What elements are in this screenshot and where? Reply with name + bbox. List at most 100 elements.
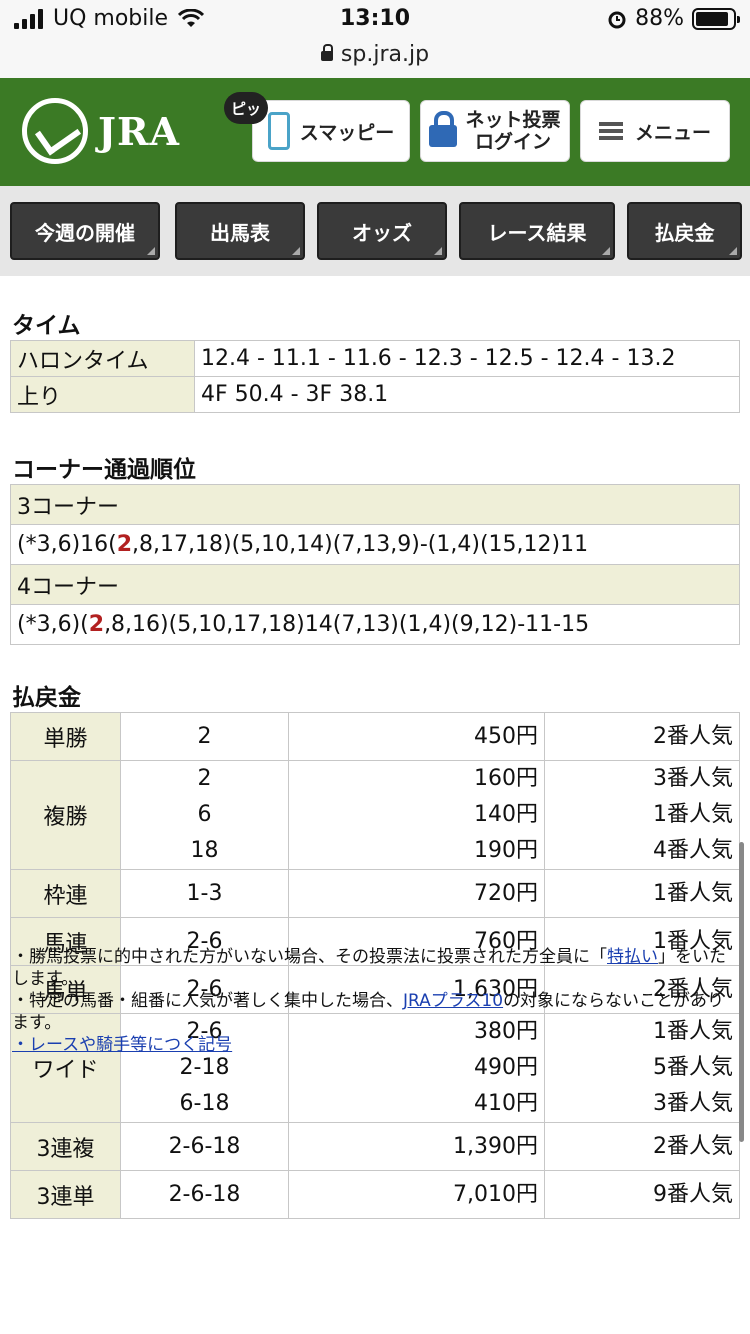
bet-type: 3連複 <box>10 1122 121 1171</box>
battery-area: 88% <box>607 6 740 31</box>
note-2-text: ・特定の馬番・組番に人気が著しく集中した場合、 <box>12 991 403 1011</box>
bet-type: 3連単 <box>10 1170 121 1219</box>
popularity-line: 9番人気 <box>653 1181 733 1207</box>
payout-amount-line: 410円 <box>474 1091 538 1116</box>
payout-amount: 7,010円 <box>288 1170 545 1219</box>
corner3-order: (*3,6)16(2,8,17,18)(5,10,14)(7,13,9)-(1,… <box>10 524 740 565</box>
nav-payouts[interactable]: 払戻金 <box>627 202 742 260</box>
payout-row: 3連単 2-6-18 7,010円 9番人気 <box>10 1170 740 1219</box>
login-label-1: ネット投票 <box>465 109 561 131</box>
padlock-icon <box>429 111 458 147</box>
corner4-order: (*3,6)(2,8,16)(5,10,17,18)14(7,13)(1,4)(… <box>10 604 740 645</box>
nav-this-week[interactable]: 今週の開催 <box>10 202 160 260</box>
payout-amount-line: 160円 <box>474 766 538 791</box>
net-vote-login-button[interactable]: ネット投票 ログイン <box>420 100 570 162</box>
popularity-line: 3番人気 <box>653 766 733 791</box>
payout-title: 払戻金 <box>12 685 81 711</box>
bet-number: 1-3 <box>120 869 289 918</box>
popularity: 2番人気 <box>544 712 740 761</box>
table-row: ハロンタイム 12.4 - 11.1 - 11.6 - 12.3 - 12.5 … <box>10 340 740 377</box>
corner4-pre: (*3,6)( <box>17 612 89 637</box>
menu-button[interactable]: メニュー <box>580 100 730 162</box>
popularity: 1番人気 <box>544 869 740 918</box>
payout-amount-line: 140円 <box>474 802 538 827</box>
note-1-text: ・勝馬投票に的中された方がいない場合、その投票法に投票された方全員に「 <box>12 947 607 967</box>
bet-number: 2 <box>120 712 289 761</box>
note-2: ・特定の馬番・組番に人気が著しく集中した場合、JRAプラス10の対象にならないこ… <box>12 990 736 1034</box>
payout-row: 3連複 2-6-18 1,390円 2番人気 <box>10 1122 740 1171</box>
popularity: 9番人気 <box>544 1170 740 1219</box>
bet-number-line: 6 <box>197 802 212 827</box>
status-bar: UQ mobile 13:10 88% sp.jra.jp <box>0 0 750 78</box>
main-nav: 今週の開催 出馬表 オッズ レース結果 払戻金 <box>0 186 750 276</box>
bet-number-line: 18 <box>190 838 219 863</box>
notes: ・勝馬投票に的中された方がいない場合、その投票法に投票された方全員に「特払い」を… <box>12 946 736 1056</box>
battery-percent: 88% <box>635 6 684 31</box>
note-3: ・レースや騎手等につく記号 <box>12 1034 736 1056</box>
note-1: ・勝馬投票に的中された方がいない場合、その投票法に投票された方全員に「特払い」を… <box>12 946 736 990</box>
bet-number-line: 2-6-18 <box>168 1181 241 1207</box>
jra-logo-text: JRA <box>98 108 181 154</box>
payout-amount-line: 450円 <box>474 723 538 749</box>
nav-odds[interactable]: オッズ <box>317 202 447 260</box>
alarm-icon <box>608 11 626 28</box>
symbols-link[interactable]: ・レースや騎手等につく記号 <box>12 1035 232 1055</box>
bet-number-line: 6-18 <box>179 1091 230 1116</box>
time-table: ハロンタイム 12.4 - 11.1 - 11.6 - 12.3 - 12.5 … <box>10 340 740 413</box>
hamburger-icon <box>598 122 623 140</box>
popularity-line: 1番人気 <box>653 880 733 906</box>
nav-results[interactable]: レース結果 <box>459 202 615 260</box>
bet-type: 単勝 <box>10 712 121 761</box>
corner4-label: 4コーナー <box>10 564 740 605</box>
jra-logo-mark <box>22 98 88 164</box>
payout-amount-line: 190円 <box>474 838 538 863</box>
payout-amount-line: 720円 <box>474 880 538 906</box>
bet-type: 枠連 <box>10 869 121 918</box>
sumappy-label: スマッピー <box>299 121 395 144</box>
payout-amount: 1,390円 <box>288 1122 545 1171</box>
popularity-line: 2番人気 <box>653 1133 733 1159</box>
url-bar[interactable]: sp.jra.jp <box>0 42 750 67</box>
tokubarai-link[interactable]: 特払い <box>607 947 658 967</box>
payout-row: 枠連 1-3 720円 1番人気 <box>10 869 740 918</box>
jra-plus10-link[interactable]: JRAプラス10 <box>403 991 503 1011</box>
url-text: sp.jra.jp <box>340 42 430 67</box>
furlong-label: ハロンタイム <box>10 340 195 377</box>
bet-number: 2-6-18 <box>120 1122 289 1171</box>
corner3-highlight: 2 <box>116 532 133 557</box>
corner4-highlight: 2 <box>88 612 105 637</box>
corner-title: コーナー通過順位 <box>12 457 196 483</box>
corner3-pre: (*3,6)16( <box>17 532 117 557</box>
popularity: 3番人気 1番人気 4番人気 <box>544 760 740 870</box>
bet-number-line: 2 <box>197 723 212 749</box>
menu-label: メニュー <box>634 121 711 144</box>
corner3-post: ,8,17,18)(5,10,14)(7,13,9)-(1,4)(15,12)1… <box>132 532 589 557</box>
site-header: JRA スマッピー ピッ ネット投票 ログイン メニュー <box>0 78 750 186</box>
bet-number-line: 2-6-18 <box>168 1133 241 1159</box>
payout-row: 単勝 2 450円 2番人気 <box>10 712 740 761</box>
agari-label: 上り <box>10 376 195 413</box>
jra-logo[interactable]: JRA <box>22 98 180 164</box>
bet-number: 2-6-18 <box>120 1170 289 1219</box>
pi-badge: ピッ <box>224 92 268 124</box>
table-row: 上り 4F 50.4 - 3F 38.1 <box>10 376 740 413</box>
battery-icon <box>692 7 740 30</box>
payout-amount-line: 1,390円 <box>453 1133 538 1159</box>
popularity-line: 1番人気 <box>653 802 733 827</box>
time-title: タイム <box>12 313 81 339</box>
nav-entries[interactable]: 出馬表 <box>175 202 305 260</box>
login-label-2: ログイン <box>474 131 551 153</box>
payout-amount: 720円 <box>288 869 545 918</box>
popularity-line: 3番人気 <box>653 1091 733 1116</box>
popularity-line: 4番人気 <box>653 838 733 863</box>
lock-icon <box>320 44 333 61</box>
payout-amount: 160円 140円 190円 <box>288 760 545 870</box>
corner-table: 3コーナー (*3,6)16(2,8,17,18)(5,10,14)(7,13,… <box>10 484 740 645</box>
payout-amount-line: 7,010円 <box>453 1181 538 1207</box>
furlong-value: 12.4 - 11.1 - 11.6 - 12.3 - 12.5 - 12.4 … <box>194 340 740 377</box>
scrollbar[interactable] <box>739 842 744 1142</box>
bet-number-line: 1-3 <box>186 880 223 906</box>
sumappy-button[interactable]: スマッピー <box>252 100 410 162</box>
payout-amount: 450円 <box>288 712 545 761</box>
payout-row: 複勝 2 6 18 160円 140円 190円 3番人気 1番人気 4番人気 <box>10 760 740 870</box>
